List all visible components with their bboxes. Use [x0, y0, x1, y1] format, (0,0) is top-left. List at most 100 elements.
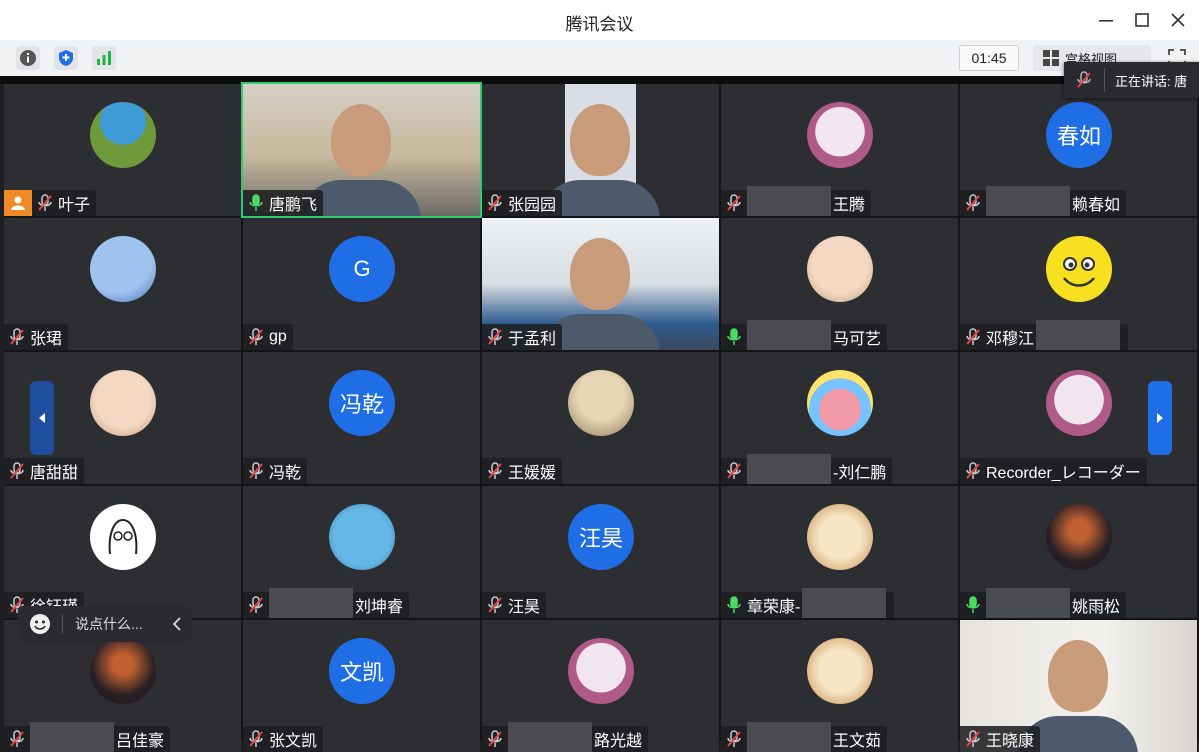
participant-name: gp — [269, 328, 287, 345]
participant-tile[interactable]: 徐钰瑾 — [4, 486, 241, 618]
muted-mic-icon — [249, 328, 263, 345]
participant-tile[interactable]: 文凯 张文凯 — [243, 620, 480, 752]
text-avatar: G — [329, 236, 395, 302]
participant-mic-status — [4, 324, 30, 350]
participant-nameplate: 于孟利 — [482, 324, 563, 350]
muted-mic-icon — [488, 328, 502, 345]
close-icon — [1171, 13, 1185, 27]
participant-tile[interactable]: Ggp — [243, 218, 480, 350]
grid-top-border — [0, 76, 1199, 84]
participant-tile[interactable]: 王媛媛 — [482, 352, 719, 484]
muted-mic-icon — [488, 730, 502, 747]
participant-tile[interactable]: 汪昊 汪昊 — [482, 486, 719, 618]
participant-name: 章荣康- — [747, 599, 801, 616]
muted-mic-icon — [966, 194, 980, 211]
participant-mic-status — [32, 190, 58, 216]
emoji-button[interactable] — [18, 613, 62, 635]
host-user-icon — [4, 190, 32, 216]
participant-nameplate: 冯乾 — [243, 458, 308, 484]
participant-name: 赖春如 — [1072, 197, 1121, 214]
participant-name: 唐鹏飞 — [269, 197, 318, 214]
participant-tile[interactable]: 刘坤睿 — [243, 486, 480, 618]
chat-input[interactable]: 说点什么... — [63, 614, 162, 634]
maximize-button[interactable] — [1128, 8, 1156, 32]
participant-name: 汪昊 — [508, 599, 541, 616]
chevron-left-icon — [39, 413, 45, 423]
participant-name: 冯乾 — [269, 465, 302, 482]
girl-photo-avatar — [568, 370, 634, 436]
muted-mic-icon — [10, 328, 24, 345]
network-status-button[interactable] — [92, 46, 116, 70]
participant-mic-status — [243, 726, 269, 752]
mic-icon — [727, 328, 741, 345]
muted-mic-icon — [488, 462, 502, 479]
participant-tile[interactable]: 王腾 — [721, 84, 958, 216]
participant-mic-status — [482, 592, 508, 618]
smiley-avatar — [1046, 236, 1112, 302]
participant-tile[interactable]: 邓穆江 — [960, 218, 1197, 350]
previous-page-button[interactable] — [30, 381, 54, 455]
participant-name: 路光越 — [594, 733, 643, 750]
mic-icon — [727, 596, 741, 613]
participant-tile[interactable]: 唐鹏飞 — [241, 82, 482, 218]
participant-mic-status — [721, 726, 747, 752]
security-button[interactable] — [54, 46, 78, 70]
window-title: 腾讯会议 — [565, 15, 634, 34]
participant-mic-status — [960, 726, 986, 752]
participant-mic-status — [721, 190, 747, 216]
participant-nameplate: 路光越 — [482, 722, 649, 752]
muted-mic-icon — [488, 596, 502, 613]
redacted-name-block — [269, 588, 353, 618]
participant-name: 王晓康 — [986, 733, 1035, 750]
participant-nameplate: 张文凯 — [243, 726, 324, 752]
muted-mic-icon — [966, 462, 980, 479]
participant-tile[interactable]: 春如赖春如 — [960, 84, 1197, 216]
participant-tile[interactable]: -刘仁鹏 — [721, 352, 958, 484]
participant-name: 邓穆江 — [986, 331, 1035, 348]
participant-mic-status — [960, 190, 986, 216]
redacted-name-block — [986, 588, 1070, 618]
participant-tile[interactable]: 叶子 — [4, 84, 241, 216]
participant-name: Recorder_レコーダー — [986, 465, 1141, 482]
text-avatar: 冯乾 — [329, 370, 395, 436]
mic-icon — [966, 596, 980, 613]
redacted-name-block — [747, 186, 831, 216]
sunset-avatar — [1046, 504, 1112, 570]
participant-nameplate: 刘坤睿 — [243, 588, 410, 618]
text-avatar: 春如 — [1046, 102, 1112, 168]
participant-tile[interactable]: 姚雨松 — [960, 486, 1197, 618]
meeting-toolbar: 01:45 宫格视图 — [0, 40, 1199, 77]
participant-tile[interactable]: 张珺 — [4, 218, 241, 350]
participant-mic-status — [482, 324, 508, 350]
muted-mic-icon — [727, 730, 741, 747]
redacted-name-block — [30, 722, 114, 752]
minimize-button[interactable] — [1092, 8, 1120, 32]
participant-tile[interactable]: 马可艺 — [721, 218, 958, 350]
anime-avatar — [1046, 370, 1112, 436]
participant-tile[interactable]: 张园园 — [482, 84, 719, 216]
participant-nameplate: 张园园 — [482, 190, 563, 216]
muted-mic-icon — [966, 328, 980, 345]
meeting-info-button[interactable] — [16, 46, 40, 70]
collapse-chat-button[interactable] — [162, 617, 192, 631]
close-button[interactable] — [1164, 8, 1192, 32]
participant-tile[interactable]: 王文茹 — [721, 620, 958, 752]
cat-avatar — [90, 370, 156, 436]
participant-tile[interactable]: 冯乾 冯乾 — [243, 352, 480, 484]
participant-mic-status — [4, 458, 30, 484]
participant-tile[interactable]: 王晓康 — [960, 620, 1197, 752]
participant-name: 唐甜甜 — [30, 465, 79, 482]
participant-nameplate: 汪昊 — [482, 592, 547, 618]
participant-tile[interactable]: 路光越 — [482, 620, 719, 752]
chat-input-bar[interactable]: 说点什么... — [18, 606, 192, 642]
participant-tile[interactable]: 章荣康- — [721, 486, 958, 618]
next-page-button[interactable] — [1148, 381, 1172, 455]
participant-name: 张珺 — [30, 331, 63, 348]
speaking-label: 正在讲话: 唐 — [1115, 73, 1188, 89]
text-avatar: 汪昊 — [568, 504, 634, 570]
muted-mic-icon — [249, 462, 263, 479]
muted-mic-icon — [488, 194, 502, 211]
participant-tile[interactable]: 于孟利 — [482, 218, 719, 350]
participant-mic-status — [482, 726, 508, 752]
muted-mic-icon — [1064, 71, 1104, 89]
